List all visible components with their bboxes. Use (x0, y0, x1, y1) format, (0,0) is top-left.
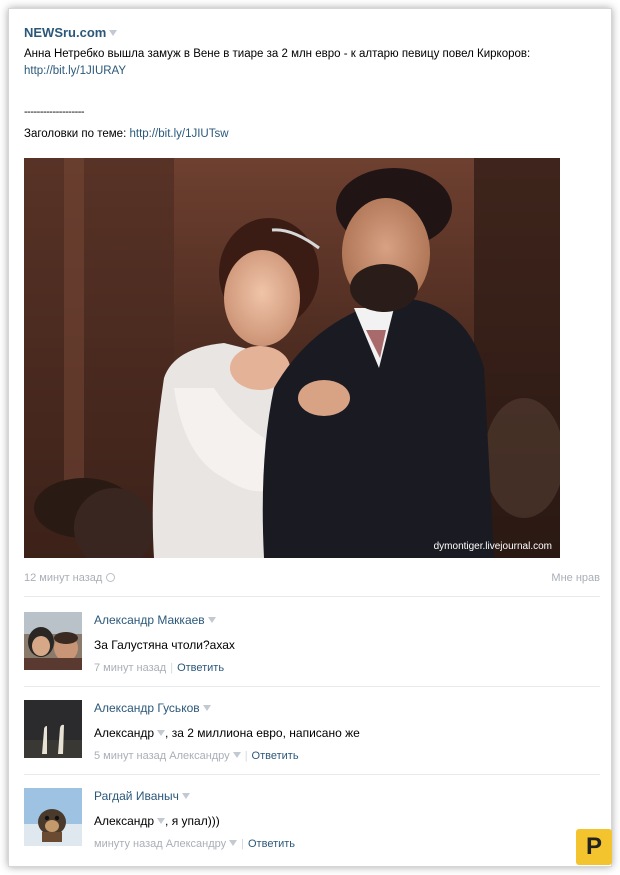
comment: Александр Маккаев За Галустяна чтоли?аха… (24, 612, 600, 692)
chevron-down-icon[interactable] (229, 840, 238, 846)
site-logo-badge: P (576, 829, 612, 865)
photo-credit: dymontiger.livejournal.com (433, 541, 552, 552)
reply-button[interactable]: Ответить (177, 662, 224, 674)
avatar[interactable] (24, 788, 82, 846)
photo-illustration (24, 158, 560, 558)
comment-author[interactable]: Рагдай Иваныч (94, 788, 594, 804)
like-button[interactable]: Мне нрав (551, 572, 600, 584)
avatar[interactable] (24, 700, 82, 758)
comment-text: Александр , за 2 миллиона евро, написано … (94, 725, 594, 741)
comment-message: , я упал))) (165, 814, 220, 828)
comment-meta: минуту назад Александру | Ответить (94, 837, 594, 851)
chevron-down-icon[interactable] (157, 730, 166, 736)
related-label: Заголовки по теме: (24, 128, 127, 140)
comment-time[interactable]: 7 минут назад (94, 662, 166, 674)
comment: Рагдай Иваныч Александр , я упал))) минут… (24, 788, 600, 868)
author-name[interactable]: Александр Маккаев (94, 613, 205, 627)
post-time[interactable]: 12 минут назад (24, 572, 102, 584)
comment-meta: 5 минут назад Александру | Ответить (94, 749, 594, 763)
comment-author[interactable]: Александр Маккаев (94, 612, 594, 628)
mention[interactable]: Александр (94, 726, 154, 740)
text-divider: ------------------- (24, 106, 85, 118)
comment: Александр Гуськов Александр , за 2 миллио… (24, 700, 600, 780)
comment-author[interactable]: Александр Гуськов (94, 700, 594, 716)
comment-meta: 7 минут назад | Ответить (94, 661, 594, 675)
reply-button[interactable]: Ответить (248, 838, 295, 850)
post-photo[interactable]: dymontiger.livejournal.com (24, 158, 560, 558)
avatar[interactable] (24, 612, 82, 670)
reply-to[interactable]: Александру (166, 838, 226, 850)
reply-button[interactable]: Ответить (252, 750, 299, 762)
post-text: Анна Нетребко вышла замуж в Вене в тиаре… (24, 46, 594, 80)
post-header: NEWSru.com (24, 24, 118, 42)
post-meta: 12 минут назад (24, 572, 116, 584)
chevron-down-icon[interactable] (202, 705, 211, 711)
author-name[interactable]: Рагдай Иваныч (94, 789, 179, 803)
comment-message: , за 2 миллиона евро, написано же (165, 726, 360, 740)
author-name[interactable]: Александр Гуськов (94, 701, 200, 715)
comment-body: Александр Гуськов Александр , за 2 миллио… (94, 700, 594, 763)
comment-body: Рагдай Иваныч Александр , я упал))) минут… (94, 788, 594, 851)
divider (24, 686, 600, 687)
divider (24, 774, 600, 775)
chevron-down-icon[interactable] (181, 793, 190, 799)
chevron-down-icon[interactable] (232, 752, 241, 758)
related-headlines: Заголовки по теме: http://bit.ly/1JIUTsw (24, 128, 229, 140)
comment-time[interactable]: 5 минут назад (94, 750, 166, 762)
avatar-image (24, 788, 82, 846)
reply-to[interactable]: Александру (169, 750, 229, 762)
divider (24, 596, 600, 597)
mention[interactable]: Александр (94, 814, 154, 828)
chevron-down-icon[interactable] (207, 617, 216, 623)
related-link[interactable]: http://bit.ly/1JIUTsw (129, 128, 228, 140)
avatar-image (24, 612, 82, 670)
meta-separator: | (244, 750, 248, 762)
comment-text: Александр , я упал))) (94, 813, 594, 829)
chevron-down-icon[interactable] (157, 818, 166, 824)
meta-separator: | (241, 838, 244, 850)
post-link[interactable]: http://bit.ly/1JIURAY (24, 65, 126, 77)
comment-time[interactable]: минуту назад (94, 838, 163, 850)
comment-text: За Галустяна чтоли?ахах (94, 638, 235, 652)
avatar-image (24, 700, 82, 758)
comment-body: Александр Маккаев За Галустяна чтоли?аха… (94, 612, 594, 675)
post-body: Анна Нетребко вышла замуж в Вене в тиаре… (24, 48, 531, 60)
clock-icon (106, 573, 116, 582)
source-name[interactable]: NEWSru.com (24, 25, 106, 40)
meta-separator: | (170, 662, 174, 674)
chevron-down-icon[interactable] (109, 30, 118, 36)
